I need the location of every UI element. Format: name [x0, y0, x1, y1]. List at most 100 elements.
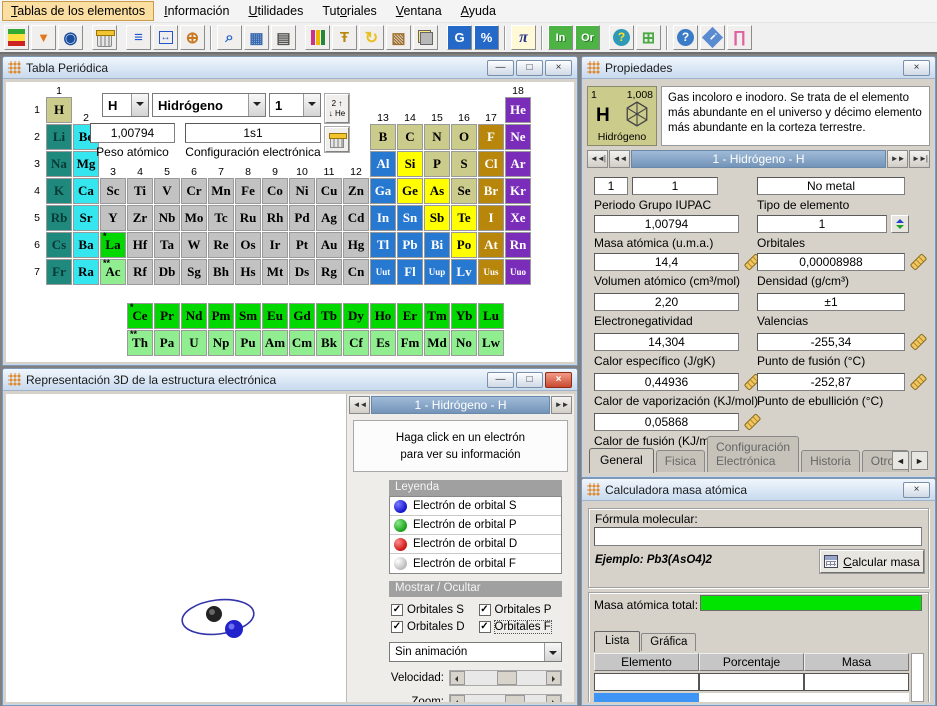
ruler-icon[interactable] [910, 373, 928, 391]
search-icon[interactable]: ⌕ [217, 25, 242, 50]
slider-thumb[interactable] [505, 695, 525, 702]
element-cell[interactable]: Pb [397, 232, 423, 258]
plugin-icon[interactable]: ⊞ [636, 25, 661, 50]
table-cell[interactable] [699, 693, 804, 702]
element-cell[interactable]: Ds [289, 259, 315, 285]
periodo-field[interactable]: 1 [594, 177, 628, 195]
properties-tab[interactable]: General [589, 448, 654, 473]
element-cell[interactable]: 1 H [46, 97, 72, 123]
locate-icon[interactable]: ⊕ [180, 25, 205, 50]
faq-icon[interactable]: ? [609, 25, 634, 50]
element-cell[interactable]: Uup [424, 259, 450, 285]
nav-prev-button[interactable]: ◄◄ [609, 150, 630, 168]
element-cell[interactable]: Ge [397, 178, 423, 204]
element-cell[interactable]: S [451, 151, 477, 177]
percent-icon[interactable]: % [474, 25, 499, 50]
close-button[interactable]: × [903, 482, 930, 498]
data-sheet-icon[interactable]: ▦ [244, 25, 269, 50]
trash-icon[interactable] [92, 25, 117, 50]
element-cell[interactable]: No [451, 330, 477, 356]
element-cell[interactable]: 5 V [154, 178, 180, 204]
inorganic-book-icon[interactable]: In [548, 25, 573, 50]
element-cell[interactable]: Er [397, 303, 423, 329]
element-cell[interactable]: Db [154, 259, 180, 285]
properties-tab[interactable]: Configuración Electrónica [707, 436, 799, 472]
element-cell[interactable]: Rn [505, 232, 531, 258]
atomic-number-select[interactable]: 1 [269, 93, 321, 117]
element-cell[interactable]: Am [262, 330, 288, 356]
element-cell[interactable]: 13 B [370, 124, 396, 150]
zoom-slider[interactable] [449, 694, 562, 702]
element-cell[interactable]: Fm [397, 330, 423, 356]
element-cell[interactable]: 10 Ni [289, 178, 315, 204]
element-cell[interactable]: Cd [343, 205, 369, 231]
element-cell[interactable]: Tm [424, 303, 450, 329]
element-cell[interactable]: Rb [46, 205, 72, 231]
element-cell[interactable]: Rg [316, 259, 342, 285]
help-icon[interactable]: ? [673, 25, 698, 50]
element-cell[interactable]: Lw [478, 330, 504, 356]
export-window-icon[interactable]: ▼ [31, 25, 56, 50]
element-symbol-select[interactable]: H [102, 93, 149, 117]
slider-right-arrow[interactable] [546, 695, 561, 702]
atom-3d-canvas[interactable] [6, 394, 346, 702]
table-cell[interactable] [699, 673, 804, 691]
minimize-button[interactable]: — [487, 60, 514, 76]
element-cell[interactable]: Ta [154, 232, 180, 258]
journal-icon[interactable]: ▧ [386, 25, 411, 50]
about-icon[interactable]: i [700, 25, 725, 50]
element-cell[interactable]: Ne [505, 124, 531, 150]
properties-tab[interactable]: Fisica [656, 450, 705, 472]
element-cell[interactable]: 12 Zn [343, 178, 369, 204]
atomic-weight-field[interactable]: 1,00794 [90, 123, 175, 143]
element-cell[interactable]: Po [451, 232, 477, 258]
organic-book-icon[interactable]: Or [575, 25, 600, 50]
tipo-field[interactable]: No metal [757, 177, 905, 195]
element-cell[interactable]: Sg [181, 259, 207, 285]
ruler-icon[interactable] [910, 253, 928, 271]
titlebar[interactable]: Propiedades × [582, 57, 935, 79]
chevron-down-icon[interactable] [303, 94, 320, 116]
element-cell[interactable]: Cn [343, 259, 369, 285]
next-element-button[interactable]: 2 ↑↓ He [325, 94, 349, 123]
element-cell[interactable]: Rh [262, 205, 288, 231]
checkbox[interactable]: ✓ [391, 604, 403, 616]
element-cell[interactable]: ** Ac [100, 259, 126, 285]
result-tab[interactable]: Lista [594, 631, 640, 652]
tab-scroll-left[interactable]: ◄ [892, 451, 909, 470]
element-cell[interactable]: Bk [316, 330, 342, 356]
element-cell[interactable]: Pt [289, 232, 315, 258]
element-cell[interactable]: 4 Ti [127, 178, 153, 204]
element-cell[interactable]: * La [100, 232, 126, 258]
chevron-down-icon[interactable] [131, 94, 148, 116]
slider-left-arrow[interactable] [450, 695, 465, 702]
element-list-icon[interactable]: ≡ [126, 25, 151, 50]
slider-right-arrow[interactable] [546, 671, 561, 685]
nav-next-button[interactable]: ►► [551, 396, 572, 414]
element-cell[interactable]: At [478, 232, 504, 258]
element-cell[interactable]: Ga [370, 178, 396, 204]
element-cell[interactable]: Bh [208, 259, 234, 285]
element-cell[interactable]: Sn [397, 205, 423, 231]
element-cell[interactable]: Nb [154, 205, 180, 231]
element-cell[interactable]: 3 Sc [100, 178, 126, 204]
menu-item[interactable]: Utilidades [239, 1, 312, 21]
menu-item[interactable]: Ventana [387, 1, 451, 21]
element-cell[interactable]: Gd [289, 303, 315, 329]
element-cell[interactable]: Y [100, 205, 126, 231]
element-cell[interactable]: Uut [370, 259, 396, 285]
table-header-cell[interactable]: Masa [804, 653, 909, 671]
table-cell[interactable] [804, 673, 909, 691]
element-cell[interactable]: 14 C [397, 124, 423, 150]
element-cell[interactable]: 11 Cu [316, 178, 342, 204]
element-cell[interactable]: Dy [343, 303, 369, 329]
close-button[interactable]: × [545, 60, 572, 76]
element-cell[interactable]: In [370, 205, 396, 231]
element-cell[interactable]: Lv [451, 259, 477, 285]
grupo-field[interactable]: 1 [632, 177, 718, 195]
element-cell[interactable]: Fl [397, 259, 423, 285]
nav-first-button[interactable]: ◄◄| [587, 150, 608, 168]
element-cell[interactable]: Ir [262, 232, 288, 258]
element-cell[interactable]: Ba [73, 232, 99, 258]
slider-thumb[interactable] [497, 671, 517, 685]
